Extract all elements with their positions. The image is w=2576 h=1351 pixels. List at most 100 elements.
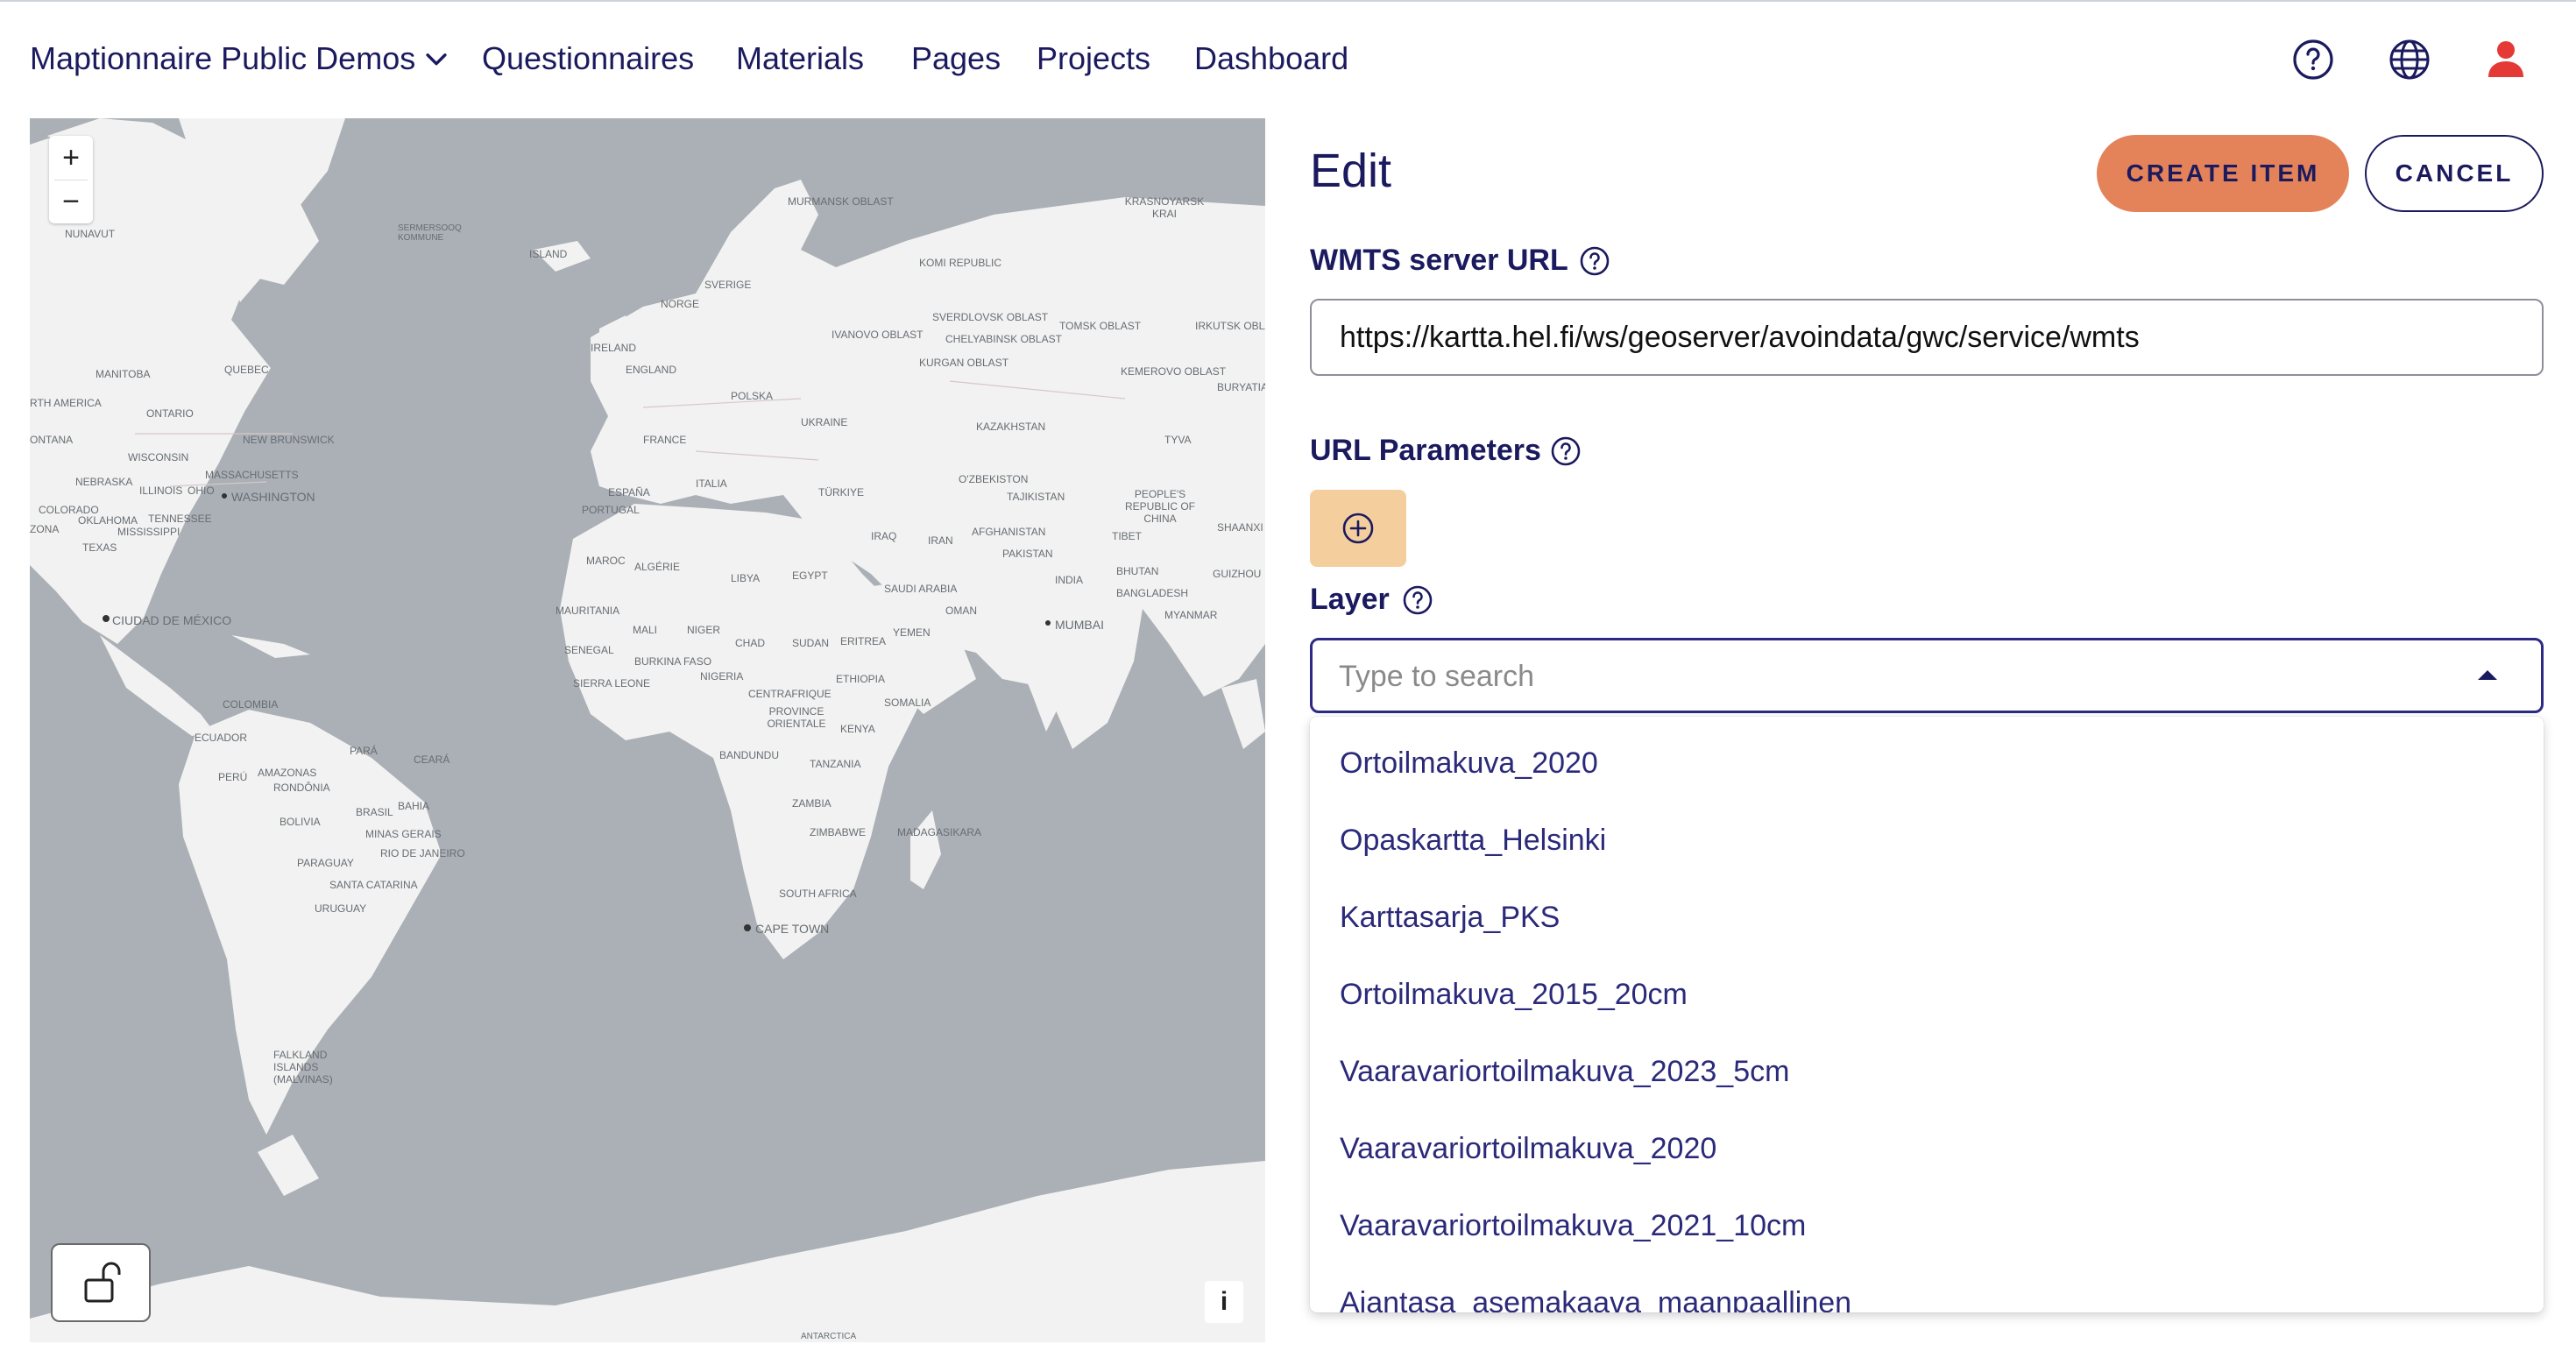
map-label: SHAANXI: [1217, 521, 1263, 534]
layer-option[interactable]: Vaaravariortoilmakuva_2023_5cm: [1340, 1055, 1789, 1089]
map-label: ENGLAND: [626, 364, 677, 376]
nav-pages[interactable]: Pages: [911, 40, 1001, 77]
map-label: ILLINOIS: [139, 485, 183, 497]
chevron-down-icon[interactable]: [421, 44, 451, 74]
map-label: ZIMBABWE: [810, 826, 867, 838]
layer-option[interactable]: Vaaravariortoilmakuva_2020: [1340, 1132, 1716, 1166]
wmts-url-label: WMTS server URL: [1310, 244, 1568, 277]
user-icon[interactable]: [2480, 33, 2532, 86]
map-label: ISLAND: [529, 248, 568, 260]
add-url-parameter-button[interactable]: [1310, 490, 1406, 567]
map-label: ECUADOR: [195, 732, 248, 744]
layer-option[interactable]: Ajantasa_asemakaava_maanpaallinen: [1340, 1286, 1851, 1312]
map-label: NORGE: [661, 298, 700, 310]
map-label: O'ZBEKISTON: [959, 473, 1029, 485]
map-label: RONDÔNIA: [273, 782, 330, 794]
map-label: TEXAS: [82, 541, 117, 554]
nav-questionnaires[interactable]: Questionnaires: [482, 40, 694, 77]
map-label: POLSKA: [731, 390, 774, 402]
map-label: NEW BRUNSWICK: [243, 434, 335, 446]
cancel-button[interactable]: CANCEL: [2365, 135, 2544, 212]
help-icon[interactable]: [1400, 583, 1435, 618]
map-label: TOMSK OBLAST: [1059, 320, 1142, 332]
map-label: MAROC: [586, 555, 626, 567]
layer-option[interactable]: Opaskartta_Helsinki: [1340, 824, 1606, 858]
map-label: ESPAÑA: [608, 486, 650, 499]
map-label: PARAGUAY: [297, 857, 354, 869]
layer-search-input[interactable]: [1337, 640, 2436, 712]
nav-dashboard[interactable]: Dashboard: [1194, 40, 1348, 77]
map-label: PAKISTAN: [1002, 548, 1053, 560]
map-label: ETHIOPIA: [836, 673, 886, 685]
map-label: MISSISSIPPI: [117, 526, 180, 538]
map-label: SIERRA LEONE: [573, 677, 651, 690]
map-label: CEARÁ: [414, 753, 450, 766]
map-label: EGYPT: [792, 569, 828, 582]
map-lock-button[interactable]: [51, 1243, 151, 1322]
layer-option[interactable]: Karttasarja_PKS: [1340, 901, 1560, 935]
map-label: SVERIGE: [704, 279, 752, 291]
map-label: GUIZHOU: [1213, 568, 1262, 580]
map-label: SOUTH AFRICA: [779, 888, 857, 900]
layer-dropdown-menu: Ortoilmakuva_2020 Opaskartta_Helsinki Ka…: [1310, 717, 2544, 1312]
map-label: KENYA: [840, 723, 875, 735]
map-label: CIUDAD DE MÉXICO: [112, 613, 232, 627]
map-info-button[interactable]: i: [1205, 1281, 1243, 1323]
nav-materials[interactable]: Materials: [736, 40, 864, 77]
plus-circle-icon: [1342, 513, 1374, 544]
map-label: IRKUTSK OBLA: [1195, 320, 1265, 332]
map-label: RIO DE JANEIRO: [380, 847, 465, 859]
wmts-url-input[interactable]: [1310, 299, 2544, 376]
map-label: WISCONSIN: [128, 451, 189, 463]
globe-icon[interactable]: [2383, 33, 2436, 86]
help-icon[interactable]: [1548, 434, 1583, 469]
map-label: IRAQ: [871, 530, 897, 542]
caret-up-icon[interactable]: [2476, 668, 2499, 682]
map-label: ONTANA: [30, 434, 74, 446]
map-label: SENEGAL: [564, 644, 614, 656]
map-label: MUMBAI: [1055, 618, 1104, 632]
create-item-button[interactable]: CREATE ITEM: [2097, 135, 2349, 212]
map-label: KOMI REPUBLIC: [919, 257, 1002, 269]
map-label: YEMEN: [893, 626, 931, 639]
world-map-graphic: [30, 118, 1265, 1342]
map-label: KRASNOYARSK KRAI: [1124, 195, 1205, 220]
page-title: Edit: [1310, 145, 1392, 197]
zoom-out-button[interactable]: −: [49, 180, 93, 223]
map-label: SERMERSOOQ KOMMUNE: [398, 223, 462, 243]
map-label: AFGHANISTAN: [972, 526, 1046, 538]
layer-option[interactable]: Ortoilmakuva_2015_20cm: [1340, 978, 1688, 1012]
map-label: TIBET: [1112, 530, 1143, 542]
map-label: SVERDLOVSK OBLAST: [932, 311, 1049, 323]
map-label: IVANOVO OBLAST: [832, 329, 924, 341]
zoom-in-button[interactable]: +: [49, 136, 93, 180]
map-label: ZONA: [30, 523, 60, 535]
map-label: AMAZONAS: [258, 767, 317, 779]
map-label: ALGÉRIE: [634, 561, 681, 573]
nav-projects[interactable]: Projects: [1037, 40, 1150, 77]
map-label: BAHIA: [398, 800, 430, 812]
org-switcher[interactable]: Maptionnaire Public Demos: [30, 40, 415, 77]
map-label: CENTRAFRIQUE: [748, 688, 832, 700]
map-label: ZAMBIA: [792, 797, 832, 810]
map-label: IRELAND: [591, 342, 637, 354]
map-label: ANTARCTICA: [801, 1332, 857, 1341]
help-icon[interactable]: [1577, 244, 1612, 279]
map-view[interactable]: NUNAVUT RTH AMERICA QUEBEC ONTARIO MANIT…: [30, 118, 1265, 1342]
layer-option[interactable]: Vaaravariortoilmakuva_2021_10cm: [1340, 1209, 1806, 1243]
map-label: ERITREA: [840, 635, 887, 647]
map-label: NIGERIA: [700, 670, 744, 683]
layer-option[interactable]: Ortoilmakuva_2020: [1340, 746, 1598, 781]
map-label: MYANMAR: [1164, 609, 1218, 621]
map-label: CHAD: [735, 637, 766, 649]
url-parameters-label: URL Parameters: [1310, 434, 1541, 467]
map-label: URUGUAY: [315, 902, 367, 915]
map-label: PORTUGAL: [582, 504, 640, 516]
map-label: TÜRKIYE: [818, 486, 865, 499]
help-icon[interactable]: [2287, 33, 2339, 86]
layer-select[interactable]: [1310, 638, 2544, 713]
map-label: LIBYA: [731, 572, 761, 584]
map-label: QUEBEC: [224, 364, 269, 376]
map-label: NIGER: [687, 624, 721, 636]
map-label: BURKINA FASO: [634, 655, 712, 668]
